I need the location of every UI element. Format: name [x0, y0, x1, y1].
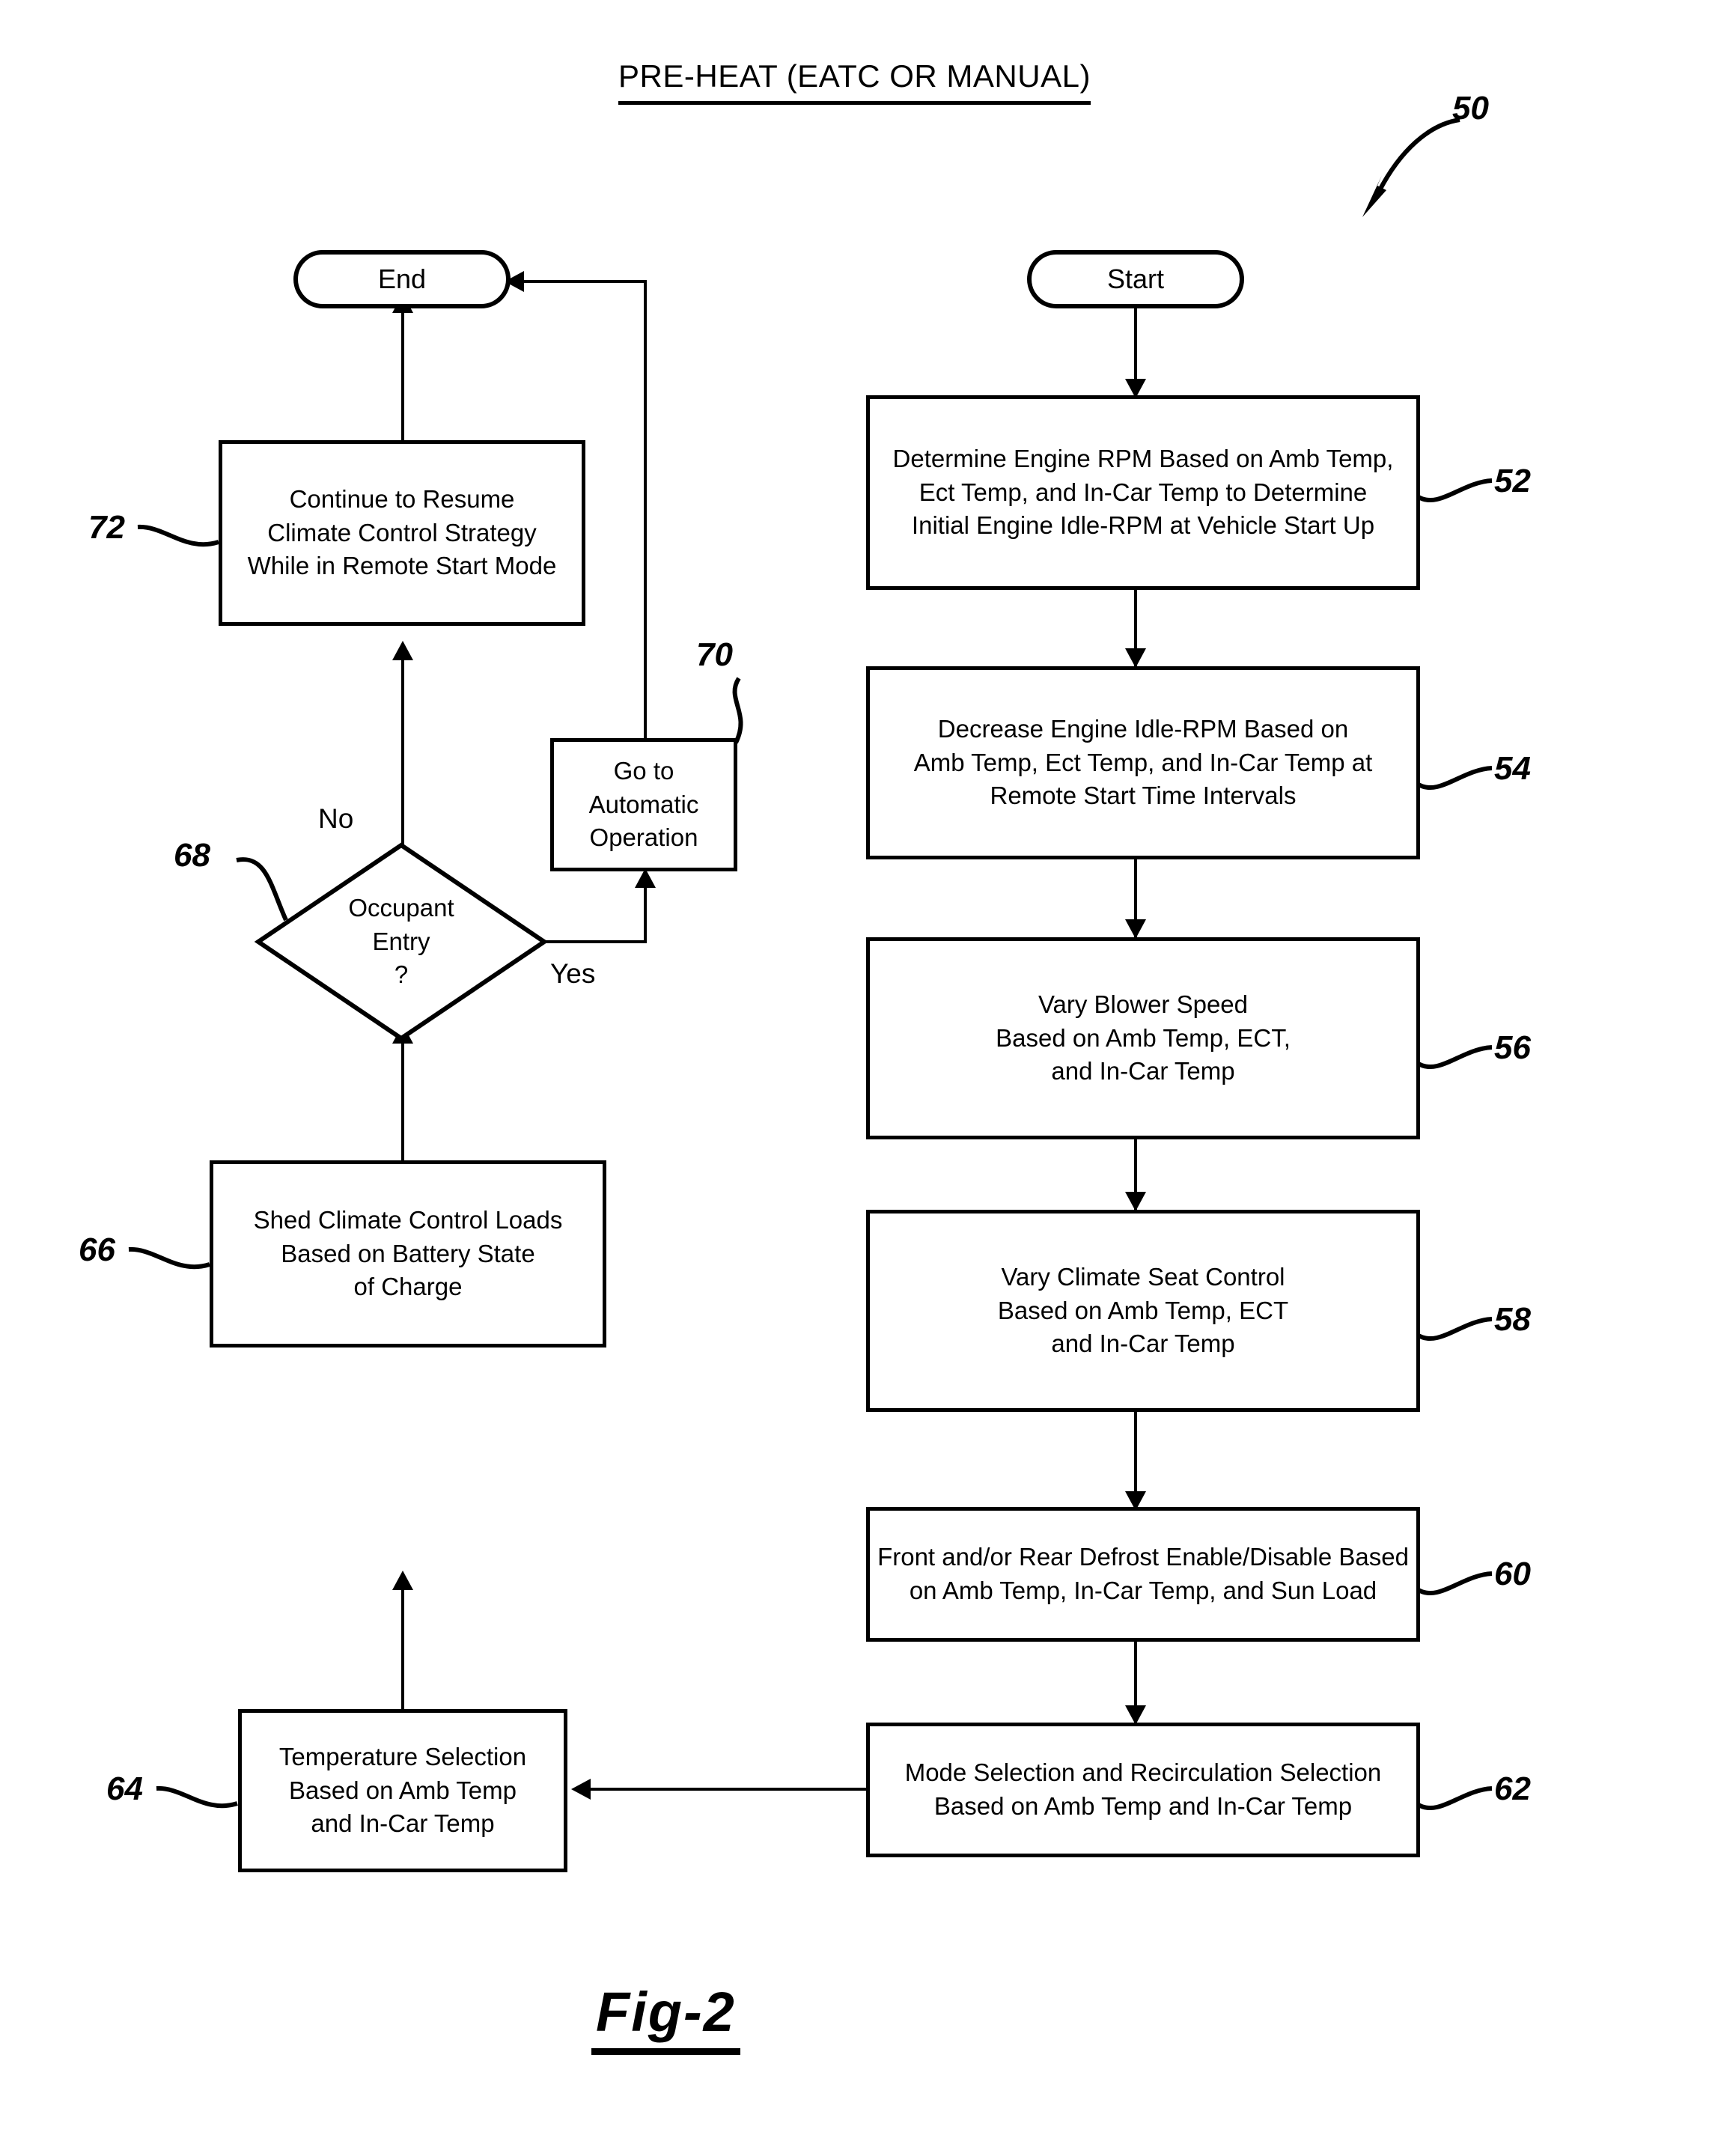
- patent-figure-sheet: PRE-HEAT (EATC OR MANUAL) 50 Start Deter…: [0, 0, 1709, 2156]
- process-box-52-text: Determine Engine RPM Based on Amb Temp, …: [892, 444, 1394, 540]
- branch-label-yes: Yes: [550, 958, 596, 989]
- arrowhead-62-to-64: [571, 1779, 591, 1800]
- connector-64-to-66: [401, 1587, 404, 1710]
- process-box-64: Temperature Selection Based on Amb Temp …: [238, 1709, 567, 1872]
- reference-numeral-70: 70: [696, 636, 733, 673]
- reference-numeral-58: 58: [1494, 1301, 1531, 1338]
- reference-numeral-52: 52: [1494, 463, 1531, 499]
- process-box-72-text: Continue to Resume Climate Control Strat…: [247, 484, 557, 580]
- process-box-58: Vary Climate Seat Control Based on Amb T…: [866, 1210, 1420, 1412]
- connector-68-yes-horizontal: [544, 940, 647, 943]
- reference-64-leader: [153, 1778, 243, 1815]
- reference-50-leader-arrow: [1347, 112, 1467, 225]
- process-box-64-text: Temperature Selection Based on Amb Temp …: [278, 1742, 527, 1838]
- connector-66-to-68: [401, 1041, 404, 1162]
- connector-70-to-end-vertical: [644, 280, 647, 740]
- start-label: Start: [1106, 263, 1165, 294]
- process-box-62: Mode Selection and Recirculation Selecti…: [866, 1723, 1420, 1857]
- process-box-56-text: Vary Blower Speed Based on Amb Temp, ECT…: [996, 990, 1291, 1085]
- figure-caption: Fig-2: [591, 1980, 740, 2055]
- connector-62-to-64: [591, 1788, 868, 1791]
- end-terminator: End: [293, 250, 511, 308]
- reference-numeral-66: 66: [79, 1231, 115, 1268]
- connector-70-to-end-horizontal: [524, 280, 645, 283]
- reference-numeral-68: 68: [174, 837, 210, 874]
- arrowhead-56-to-58: [1125, 1192, 1146, 1211]
- process-box-56: Vary Blower Speed Based on Amb Temp, ECT…: [866, 937, 1420, 1139]
- reference-numeral-54: 54: [1494, 750, 1531, 787]
- arrowhead-52-to-54: [1125, 648, 1146, 668]
- figure-title: PRE-HEAT (EATC OR MANUAL): [0, 58, 1709, 105]
- arrowhead-64-to-66: [392, 1571, 413, 1590]
- process-box-60: Front and/or Rear Defrost Enable/Disable…: [866, 1507, 1420, 1642]
- process-box-66-text: Shed Climate Control Loads Based on Batt…: [253, 1205, 563, 1301]
- reference-72-leader: [135, 517, 225, 554]
- end-label: End: [377, 263, 427, 294]
- reference-numeral-56: 56: [1494, 1029, 1531, 1066]
- figure-caption-text: Fig-2: [591, 1980, 740, 2055]
- reference-numeral-64: 64: [106, 1770, 143, 1807]
- arrowhead-54-to-56: [1125, 919, 1146, 939]
- process-box-54-text: Decrease Engine Idle-RPM Based on Amb Te…: [913, 714, 1373, 810]
- process-box-58-text: Vary Climate Seat Control Based on Amb T…: [997, 1262, 1289, 1358]
- arrowhead-68-no-to-72: [392, 641, 413, 660]
- connector-68-yes-vertical: [644, 885, 647, 943]
- process-box-72: Continue to Resume Climate Control Strat…: [219, 440, 585, 626]
- reference-numeral-60: 60: [1494, 1556, 1531, 1592]
- process-box-52: Determine Engine RPM Based on Amb Temp, …: [866, 395, 1420, 590]
- connector-68-no-to-72: [401, 657, 404, 846]
- process-box-62-text: Mode Selection and Recirculation Selecti…: [904, 1758, 1382, 1820]
- process-box-60-text: Front and/or Rear Defrost Enable/Disable…: [877, 1543, 1409, 1604]
- process-box-70-text: Go to Automatic Operation: [588, 756, 699, 852]
- connector-72-to-end: [401, 308, 404, 442]
- reference-66-leader: [126, 1239, 216, 1276]
- figure-title-text: PRE-HEAT (EATC OR MANUAL): [618, 58, 1091, 105]
- start-terminator: Start: [1027, 250, 1244, 308]
- reference-70-leader: [715, 674, 767, 749]
- reference-numeral-62: 62: [1494, 1770, 1531, 1807]
- reference-numeral-72: 72: [88, 509, 125, 546]
- process-box-66: Shed Climate Control Loads Based on Batt…: [210, 1160, 606, 1348]
- process-box-54: Decrease Engine Idle-RPM Based on Amb Te…: [866, 666, 1420, 859]
- process-box-70: Go to Automatic Operation: [550, 738, 737, 871]
- branch-label-no: No: [318, 803, 354, 834]
- reference-68-leader: [232, 848, 314, 931]
